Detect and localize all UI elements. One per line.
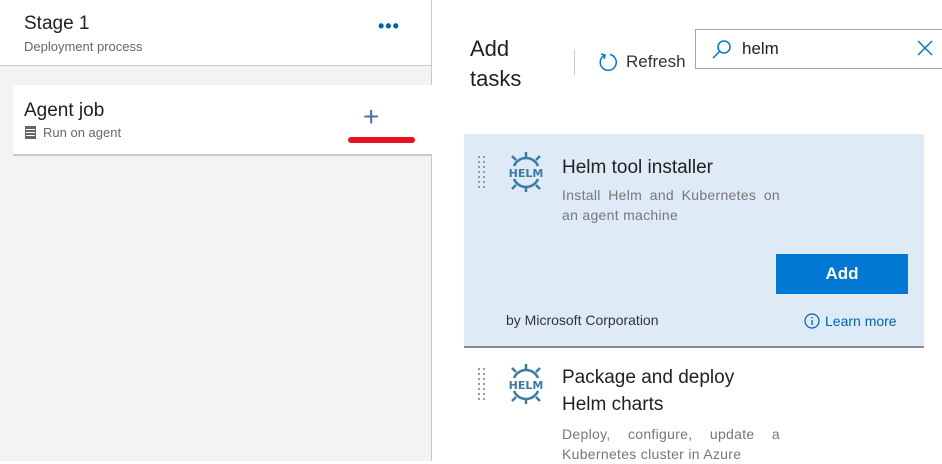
server-icon: [25, 126, 36, 139]
learn-more-link[interactable]: Learn more: [804, 313, 897, 329]
divider: [574, 50, 575, 75]
pipeline-panel: Stage 1 Deployment process ••• Agent job…: [0, 0, 432, 461]
task-card-helm-installer[interactable]: HELM Helm tool installer Install Helm an…: [464, 134, 924, 348]
add-tasks-panel: Add tasks Refresh HELM Helm tool install…: [433, 0, 942, 462]
stage-subtitle: Deployment process: [24, 39, 143, 54]
helm-logo-icon: HELM: [509, 152, 544, 192]
panel-title: Add tasks: [470, 36, 522, 91]
task-title: Package and deploy Helm charts: [562, 367, 735, 415]
task-description: Deploy, configure, update a Kubernetes c…: [562, 426, 780, 462]
agent-job[interactable]: Agent job Run on agent +: [13, 85, 432, 156]
refresh-button[interactable]: Refresh: [598, 52, 686, 72]
search-icon: [712, 40, 731, 59]
info-icon: [804, 313, 820, 329]
task-publisher: by Microsoft Corporation: [506, 312, 659, 328]
search-input[interactable]: [742, 39, 902, 59]
task-card-helm-deploy[interactable]: HELM Package and deploy Helm charts Depl…: [464, 352, 924, 462]
svg-text:HELM: HELM: [509, 167, 544, 180]
task-title: Helm tool installer: [562, 157, 713, 178]
add-button[interactable]: Add: [776, 254, 908, 294]
helm-logo-icon: HELM: [509, 364, 544, 404]
add-task-button[interactable]: +: [363, 103, 379, 131]
refresh-icon: [599, 53, 617, 72]
job-subtitle: Run on agent: [25, 125, 121, 140]
more-options-icon[interactable]: •••: [378, 16, 400, 37]
drag-handle-icon[interactable]: [478, 156, 486, 192]
stage-header[interactable]: Stage 1 Deployment process •••: [0, 0, 431, 66]
learn-more-text: Learn more: [825, 313, 897, 329]
highlight-underline: [348, 137, 415, 143]
stage-title: Stage 1: [24, 13, 90, 34]
refresh-label: Refresh: [626, 52, 686, 71]
task-description: Install Helm and Kubernetes on an agent …: [562, 187, 780, 223]
drag-handle-icon[interactable]: [478, 368, 486, 404]
job-title: Agent job: [24, 100, 105, 121]
svg-text:HELM: HELM: [509, 379, 544, 392]
job-subtitle-text: Run on agent: [43, 125, 122, 140]
search-box[interactable]: [695, 29, 942, 69]
clear-icon[interactable]: [916, 39, 934, 57]
